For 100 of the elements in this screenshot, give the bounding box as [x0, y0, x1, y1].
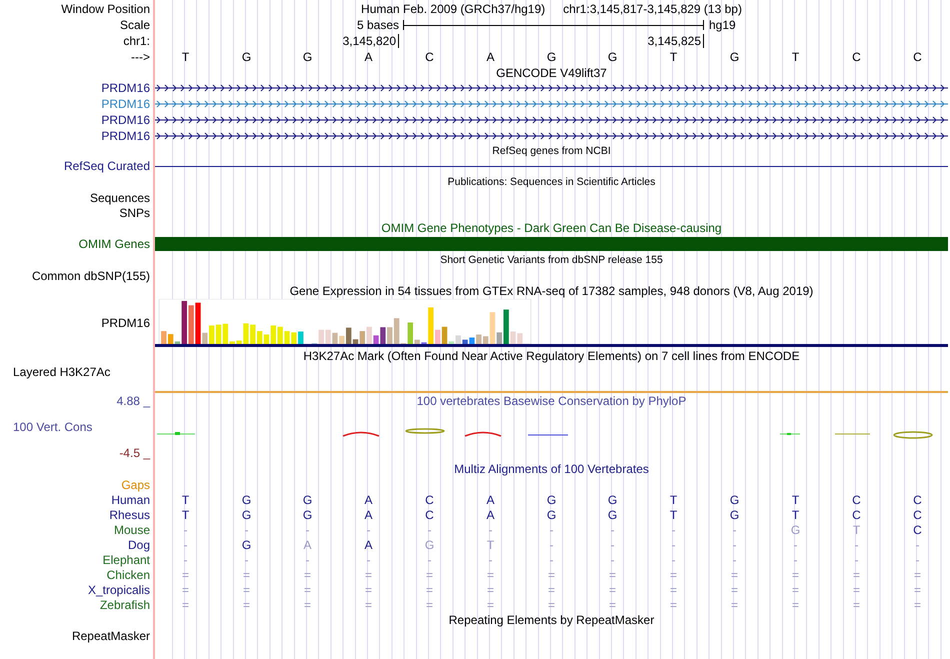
gene-strand-drawing[interactable]	[155, 84, 948, 92]
alignment-base: T	[792, 492, 800, 506]
alignment-base: -	[610, 522, 614, 536]
base-letter: T	[670, 50, 678, 64]
alignment-base: -	[550, 538, 554, 552]
track-label: SNPs	[119, 206, 150, 220]
species-label: Mouse	[114, 522, 150, 536]
alignment-base: =	[242, 598, 250, 612]
gene-label[interactable]: PRDM16	[101, 81, 150, 95]
alignment-base: -	[732, 538, 736, 552]
base-letter: C	[852, 50, 861, 64]
position-text: chr1:3,145,817-3,145,829 (13 bp)	[563, 2, 742, 16]
alignment-base: =	[608, 582, 616, 596]
alignment-base: G	[242, 508, 252, 522]
assembly-text: hg19	[709, 18, 736, 32]
alignment-base: =	[608, 568, 616, 582]
track-label: chr1:	[0, 33, 155, 49]
alignment-base: =	[792, 582, 799, 596]
alignment-base: -	[428, 552, 432, 566]
alignment-base: -	[916, 538, 920, 552]
alignment-base: =	[670, 598, 677, 612]
alignment-base: =	[364, 598, 372, 612]
species-label: X_tropicalis	[88, 582, 150, 596]
track-label: Gaps	[121, 478, 150, 492]
strand-label: --->	[0, 49, 155, 65]
alignment-base: -	[366, 552, 370, 566]
alignment-base: =	[914, 582, 921, 596]
track-title: OMIM Gene Phenotypes - Dark Green Can Be Disease-causing	[381, 221, 722, 235]
alignment-base: =	[608, 598, 616, 612]
alignment-base: =	[852, 568, 860, 582]
axis-min-label: -4.5 _	[119, 446, 150, 460]
track-label: Window Position	[0, 0, 155, 17]
gene-label[interactable]: PRDM16	[101, 129, 150, 143]
alignment-base: -	[732, 522, 736, 536]
alignment-base: =	[548, 582, 555, 596]
alignment-base: =	[426, 568, 433, 582]
gene-strand-drawing[interactable]	[155, 132, 948, 140]
alignment-base: -	[184, 538, 188, 552]
gene-strand-drawing[interactable]	[155, 116, 948, 124]
alignment-base: -	[794, 538, 798, 552]
alignment-base: -	[550, 552, 554, 566]
alignment-base: =	[730, 598, 738, 612]
alignment-base: =	[486, 568, 494, 582]
track-title: GENCODE V49lift37	[496, 66, 607, 80]
alignment-base: =	[486, 582, 494, 596]
track-label: Scale	[0, 17, 155, 33]
track-label: 100 Vert. Cons	[13, 420, 92, 434]
base-letter: C	[913, 50, 922, 64]
alignment-base: =	[426, 582, 433, 596]
alignment-base: =	[852, 598, 860, 612]
alignment-base: =	[730, 568, 738, 582]
alignment-base: T	[852, 522, 860, 536]
alignment-base: -	[794, 552, 798, 566]
alignment-base: =	[548, 568, 555, 582]
alignment-base: -	[488, 522, 492, 536]
alignment-base: -	[854, 552, 858, 566]
alignment-base: G	[608, 508, 618, 522]
alignment-base: =	[670, 582, 677, 596]
base-letter: G	[546, 50, 556, 64]
base-letter: G	[608, 50, 618, 64]
alignment-base: G	[730, 492, 740, 506]
track-label: Layered H3K27Ac	[13, 365, 110, 379]
alignment-base: G	[790, 522, 800, 536]
track-label[interactable]: OMIM Genes	[78, 237, 150, 251]
alignment-base: C	[913, 508, 922, 522]
alignment-base: =	[792, 568, 799, 582]
alignment-base: =	[182, 582, 189, 596]
alignment-base: G	[242, 538, 252, 552]
alignment-base: T	[670, 508, 678, 522]
alignment-base: -	[306, 552, 310, 566]
alignment-base: G	[730, 508, 740, 522]
alignment-base: G	[302, 492, 312, 506]
alignment-base: -	[610, 552, 614, 566]
alignment-base: =	[852, 582, 860, 596]
alignment-base: T	[182, 492, 190, 506]
alignment-base: C	[425, 492, 434, 506]
base-letter: G	[302, 50, 312, 64]
scale-text: 5 bases	[356, 18, 399, 32]
alignment-base: G	[546, 508, 556, 522]
alignment-base: -	[916, 552, 920, 566]
base-letter: A	[364, 50, 372, 64]
alignment-base: =	[914, 598, 921, 612]
alignment-base: =	[304, 582, 311, 596]
alignment-base: T	[182, 508, 190, 522]
track-label[interactable]: RefSeq Curated	[64, 159, 150, 173]
alignment-base: A	[364, 508, 372, 522]
gene-label[interactable]: PRDM16	[101, 97, 150, 111]
alignment-base: =	[242, 582, 250, 596]
alignment-base: =	[548, 598, 555, 612]
alignment-base: -	[854, 538, 858, 552]
species-label: Human	[111, 492, 150, 506]
alignment-base: -	[610, 538, 614, 552]
alignment-base: -	[306, 522, 310, 536]
gene-label[interactable]: PRDM16	[101, 113, 150, 127]
alignment-base: A	[303, 538, 312, 552]
alignment-base: -	[244, 552, 248, 566]
alignment-base: -	[732, 552, 736, 566]
axis-max-label: 4.88 _	[116, 394, 150, 408]
assembly-title: Human Feb. 2009 (GRCh37/hg19)	[361, 2, 546, 16]
track-title: Multiz Alignments of 100 Vertebrates	[454, 462, 649, 476]
